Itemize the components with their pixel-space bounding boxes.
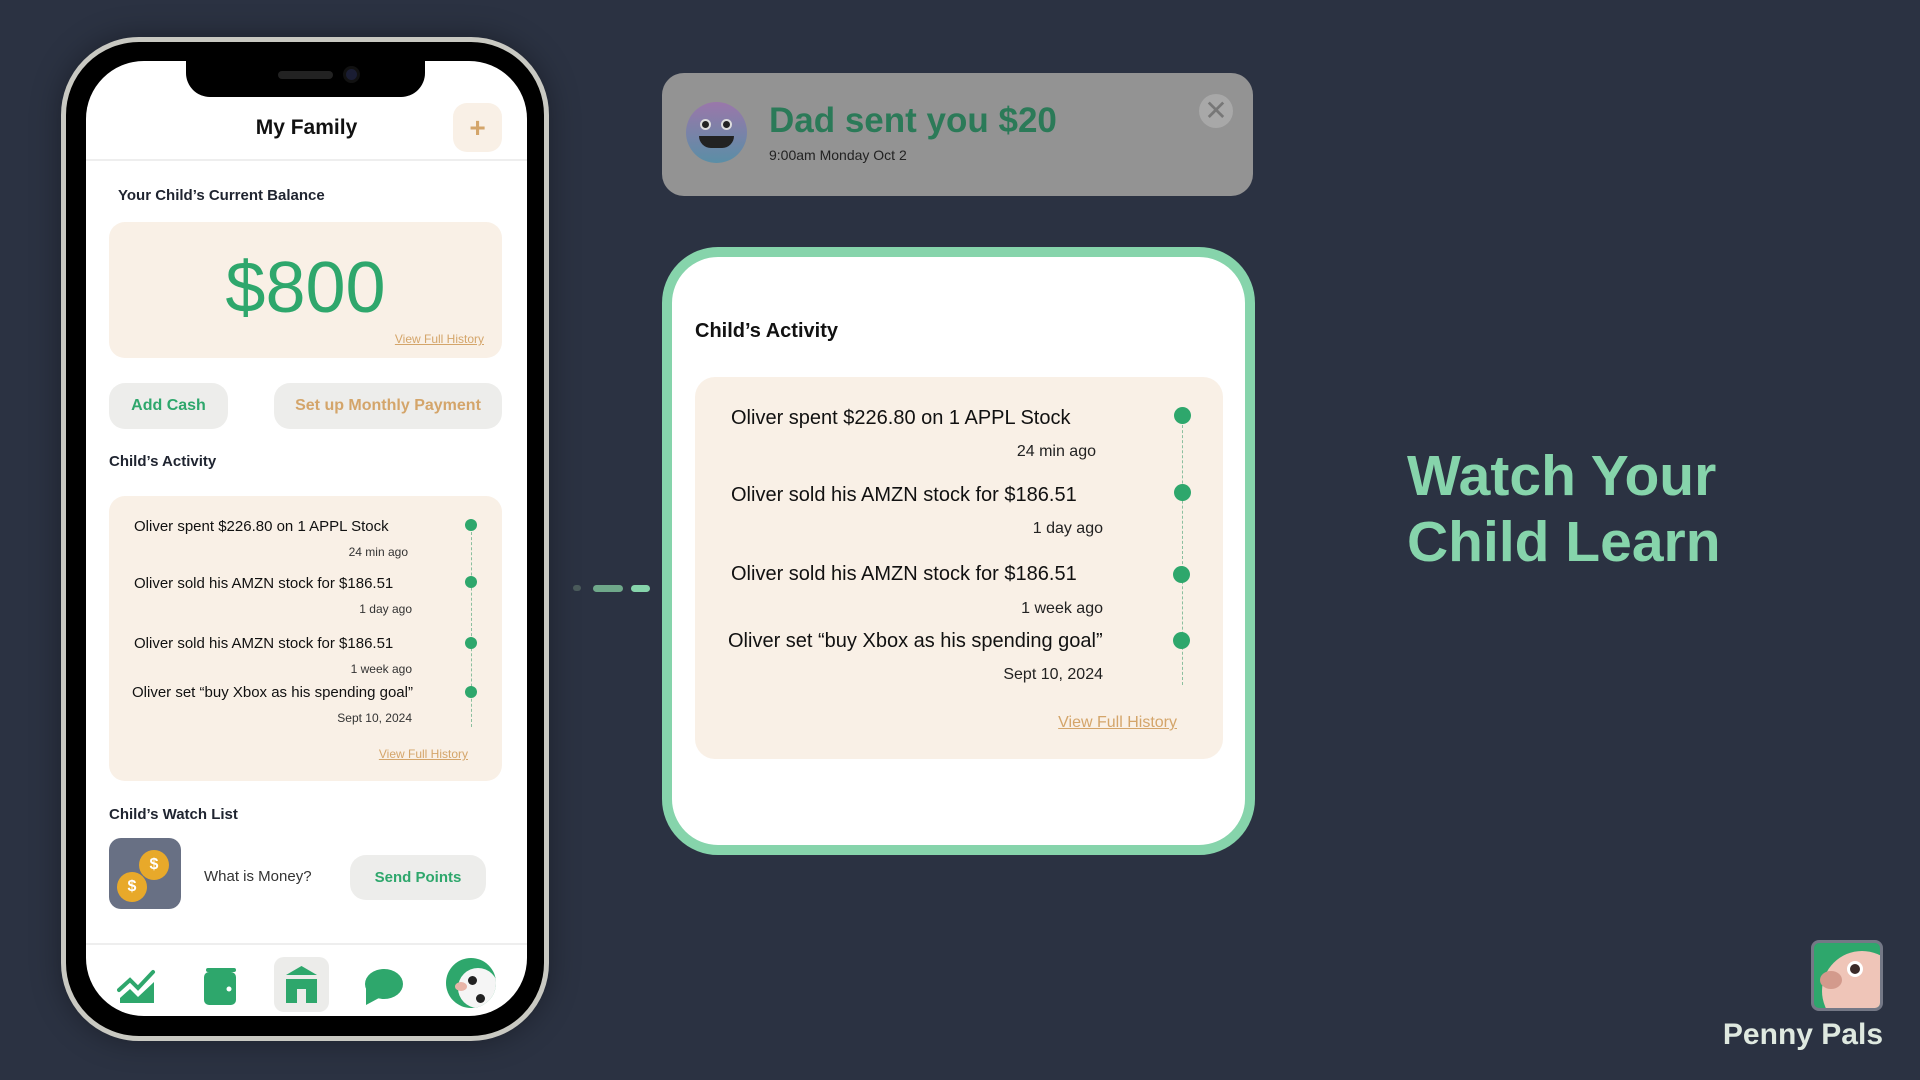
notification-time: 9:00am Monday Oct 2 — [769, 147, 907, 163]
panel-activity-time: 1 week ago — [1021, 600, 1103, 617]
timeline-dot — [465, 637, 477, 649]
timeline-dot — [1174, 484, 1191, 501]
panel-activity-time: Sept 10, 2024 — [1003, 666, 1103, 683]
monthly-payment-button[interactable]: Set up Monthly Payment — [274, 383, 502, 429]
home-icon — [286, 966, 317, 1003]
tagline-line2: Child Learn — [1407, 510, 1721, 574]
tabbar-divider — [86, 943, 527, 945]
phone-notch — [186, 61, 425, 97]
activity-time: 24 min ago — [348, 545, 408, 559]
watchlist-item[interactable]: What is Money? — [204, 868, 312, 885]
connector-dash — [593, 585, 623, 592]
connector-dash — [573, 585, 581, 591]
panel-activity-item: Oliver sold his AMZN stock for $186.51 — [731, 563, 1077, 585]
activity-time: 1 day ago — [359, 602, 412, 616]
timeline-dot — [1173, 632, 1190, 649]
coin-icon: $ — [139, 850, 169, 880]
penny-pals-logo — [1811, 940, 1883, 1011]
tagline: Watch Your Child Learn — [1407, 443, 1721, 575]
chat-icon[interactable] — [363, 968, 403, 1006]
tab-home[interactable] — [274, 957, 329, 1012]
panel-title: Child’s Activity — [695, 320, 838, 342]
send-points-button[interactable]: Send Points — [350, 855, 486, 900]
activity-item: Oliver sold his AMZN stock for $186.51 — [134, 635, 394, 652]
speaker — [278, 71, 333, 79]
activity-item: Oliver spent $226.80 on 1 APPL Stock — [134, 518, 389, 535]
timeline-dot — [1174, 407, 1191, 424]
panel-activity-time: 1 day ago — [1032, 520, 1103, 537]
header-divider — [86, 159, 527, 161]
balance-amount: $800 — [225, 248, 386, 328]
view-full-history-link[interactable]: View Full History — [395, 332, 484, 346]
add-cash-button[interactable]: Add Cash — [109, 383, 228, 429]
activity-item: Oliver set “buy Xbox as his spending goa… — [132, 684, 413, 701]
emoji-avatar — [686, 102, 747, 163]
brand-name: Penny Pals — [1722, 1018, 1883, 1051]
tagline-line1: Watch Your — [1407, 444, 1717, 508]
timeline-dot — [465, 519, 477, 531]
timeline-dot — [465, 686, 477, 698]
chart-icon[interactable] — [117, 968, 157, 1004]
connector-dash — [631, 585, 650, 592]
camera — [343, 66, 360, 83]
panel-activity-item: Oliver set “buy Xbox as his spending goa… — [728, 630, 1103, 652]
panel-activity-item: Oliver sold his AMZN stock for $186.51 — [731, 484, 1077, 506]
close-icon[interactable]: ✕ — [1199, 94, 1233, 128]
add-member-button[interactable]: + — [453, 103, 502, 152]
activity-item: Oliver sold his AMZN stock for $186.51 — [134, 575, 394, 592]
watchlist-title: Child’s Watch List — [109, 806, 238, 823]
coin-icon: $ — [117, 872, 147, 902]
activity-time: Sept 10, 2024 — [337, 711, 412, 725]
activity-title: Child’s Activity — [109, 453, 217, 470]
cow-avatar[interactable] — [446, 958, 496, 1008]
panel-view-full-history-link[interactable]: View Full History — [1058, 714, 1177, 732]
timeline-dot — [1173, 566, 1190, 583]
activity-time: 1 week ago — [350, 662, 412, 676]
panel-activity-item: Oliver spent $226.80 on 1 APPL Stock — [731, 407, 1071, 429]
view-full-history-link[interactable]: View Full History — [379, 747, 468, 761]
notification-title: Dad sent you $20 — [769, 101, 1057, 140]
timeline-dot — [465, 576, 477, 588]
panel-activity-time: 24 min ago — [1016, 443, 1096, 460]
coins-thumbnail[interactable]: $ $ — [109, 838, 181, 909]
balance-label: Your Child’s Current Balance — [118, 187, 325, 204]
wallet-icon[interactable] — [204, 968, 237, 1005]
